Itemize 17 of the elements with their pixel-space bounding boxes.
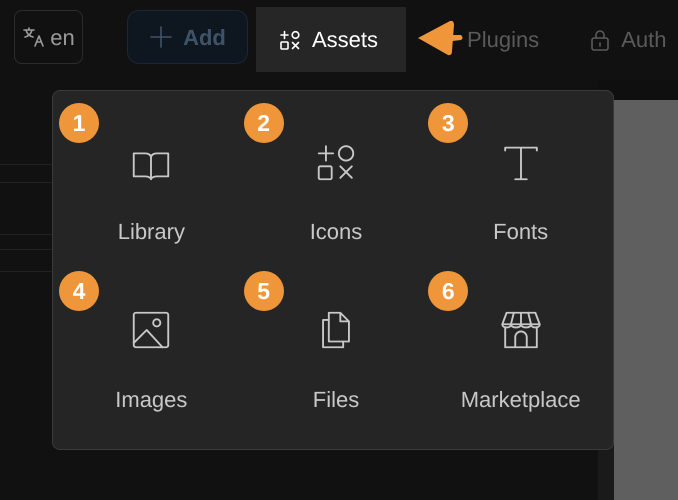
asset-menu-item[interactable]: Marketplace 6 xyxy=(428,267,613,435)
step-number: 2 xyxy=(244,103,284,143)
plus-icon xyxy=(149,25,174,49)
lock-icon xyxy=(589,28,612,52)
step-number: 6 xyxy=(428,271,468,311)
asset-menu-item[interactable]: Library 1 xyxy=(59,99,244,267)
step-number: 3 xyxy=(428,103,468,143)
step-number: 5 xyxy=(244,271,284,311)
asset-menu-item[interactable]: Icons 2 xyxy=(244,99,428,267)
nav-tab[interactable]: Assets xyxy=(256,7,406,72)
translate-icon xyxy=(22,25,46,49)
asset-menu-item[interactable]: Images 4 xyxy=(59,267,244,435)
asset-menu-item[interactable]: Fonts 3 xyxy=(428,99,613,267)
language-button[interactable]: en xyxy=(14,10,83,64)
asset-menu-item[interactable]: Files 5 xyxy=(244,267,428,435)
step-number: 4 xyxy=(59,271,99,311)
step-number: 1 xyxy=(59,103,99,143)
